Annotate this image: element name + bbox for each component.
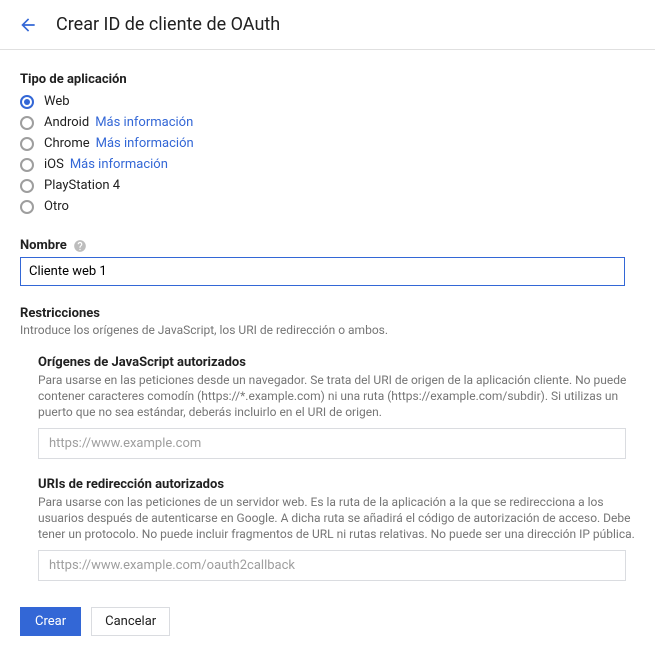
radio-label-web: Web — [44, 93, 70, 111]
radio-item-other[interactable]: Otro — [20, 198, 635, 216]
restrictions-title: Restricciones — [20, 306, 635, 321]
radio-chrome[interactable] — [20, 137, 34, 151]
info-link-chrome[interactable]: Más información — [96, 135, 194, 153]
name-label: Nombre — [20, 238, 67, 253]
redirect-uris-section: URIs de redirección autorizados Para usa… — [20, 477, 635, 581]
back-arrow-icon[interactable] — [18, 15, 38, 35]
cancel-button[interactable]: Cancelar — [91, 607, 170, 636]
radio-item-android[interactable]: Android Más información — [20, 114, 635, 132]
page-title: Crear ID de cliente de OAuth — [56, 14, 280, 35]
radio-label-android: Android — [44, 114, 89, 132]
radio-label-ios: iOS — [44, 156, 64, 174]
radio-android[interactable] — [20, 116, 34, 130]
content-area: Tipo de aplicación Web Android Más infor… — [0, 50, 655, 658]
page-header: Crear ID de cliente de OAuth — [0, 0, 655, 50]
name-input[interactable] — [20, 257, 625, 286]
restrictions-desc: Introduce los orígenes de JavaScript, lo… — [20, 323, 635, 337]
radio-playstation[interactable] — [20, 179, 34, 193]
js-origins-desc: Para usarse en las peticiones desde un n… — [38, 372, 635, 420]
name-section: Nombre — [20, 238, 635, 286]
info-link-ios[interactable]: Más información — [70, 156, 168, 174]
radio-ios[interactable] — [20, 158, 34, 172]
app-type-label: Tipo de aplicación — [20, 72, 635, 87]
redirect-uris-desc: Para usarse con las peticiones de un ser… — [38, 494, 635, 542]
radio-label-other: Otro — [44, 198, 69, 216]
radio-item-ios[interactable]: iOS Más información — [20, 156, 635, 174]
redirect-uris-title: URIs de redirección autorizados — [38, 477, 635, 492]
radio-label-playstation: PlayStation 4 — [44, 177, 120, 195]
radio-other[interactable] — [20, 200, 34, 214]
restrictions-section: Restricciones Introduce los orígenes de … — [20, 306, 635, 581]
radio-web[interactable] — [20, 95, 34, 109]
radio-item-web[interactable]: Web — [20, 93, 635, 111]
radio-label-chrome: Chrome — [44, 135, 90, 153]
radio-item-playstation[interactable]: PlayStation 4 — [20, 177, 635, 195]
redirect-uris-input[interactable] — [38, 550, 626, 581]
info-link-android[interactable]: Más información — [95, 114, 193, 132]
js-origins-title: Orígenes de JavaScript autorizados — [38, 355, 635, 370]
action-row: Crear Cancelar — [20, 599, 635, 636]
name-label-row: Nombre — [20, 238, 635, 253]
js-origins-input[interactable] — [38, 428, 626, 459]
radio-item-chrome[interactable]: Chrome Más información — [20, 135, 635, 153]
js-origins-section: Orígenes de JavaScript autorizados Para … — [20, 355, 635, 459]
app-type-section: Tipo de aplicación Web Android Más infor… — [20, 72, 635, 216]
help-icon[interactable] — [73, 239, 87, 253]
create-button[interactable]: Crear — [20, 607, 81, 636]
